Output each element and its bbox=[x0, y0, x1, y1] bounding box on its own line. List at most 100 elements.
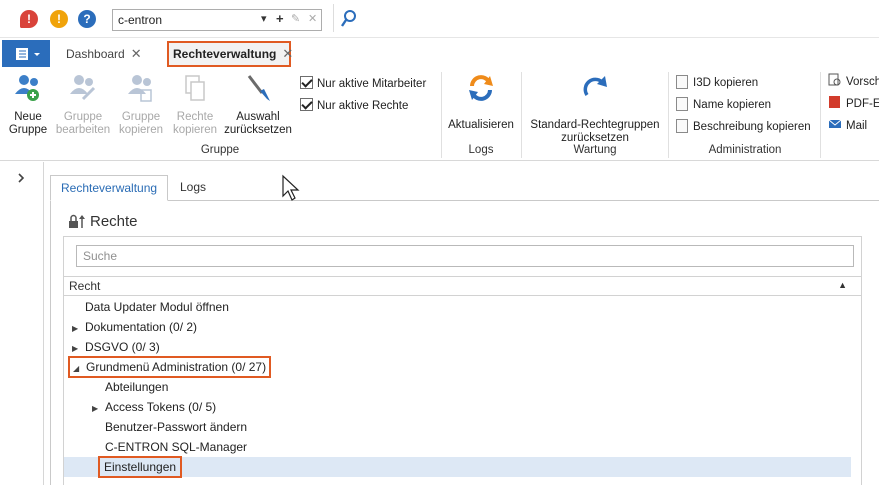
mandant-combo[interactable]: c-entron ▾ + ✎ ✕ bbox=[112, 9, 322, 31]
reset-selection-label-2: zurücksetzen bbox=[224, 124, 292, 136]
section-title: Rechte bbox=[90, 213, 138, 230]
menu-icon bbox=[16, 48, 40, 60]
help-icon[interactable]: ? bbox=[78, 10, 96, 28]
group-label-logs: Logs bbox=[468, 144, 494, 156]
new-group-button[interactable]: Neue Gruppe bbox=[5, 73, 51, 137]
tab-logs[interactable]: Logs bbox=[170, 175, 216, 201]
group-separator bbox=[521, 72, 522, 158]
tab-rechteverwaltung-inner[interactable]: Rechteverwaltung bbox=[50, 175, 169, 201]
refresh-icon bbox=[469, 75, 493, 101]
pdf-export-button[interactable]: PDF-E bbox=[828, 95, 879, 113]
copy-description-label: Beschreibung kopieren bbox=[693, 121, 811, 133]
tree-row-label: Access Tokens (0/ 5) bbox=[105, 400, 217, 414]
app-menu-button[interactable] bbox=[2, 40, 50, 67]
tree-row[interactable]: Benutzer-Passwort ändern bbox=[92, 417, 247, 437]
copy-i3d-button[interactable]: I3D kopieren bbox=[676, 74, 758, 92]
expand-arrow-icon[interactable]: ▶ bbox=[92, 399, 102, 419]
preview-icon bbox=[828, 73, 841, 86]
tab-rechteverwaltung-label: Rechteverwaltung bbox=[173, 47, 277, 61]
tab-dashboard[interactable]: Dashboard ✕ bbox=[66, 43, 142, 65]
copy-group-button[interactable]: Gruppe kopieren bbox=[114, 73, 168, 137]
copy-i3d-label: I3D kopieren bbox=[693, 77, 759, 89]
edit-group-label-2: bearbeiten bbox=[55, 124, 111, 136]
tab-dashboard-label: Dashboard bbox=[66, 47, 125, 61]
tree-row-highlighted[interactable]: ◢ Grundmenü Administration (0/ 27) bbox=[68, 356, 272, 378]
tree-row[interactable]: ▶ Dokumentation (0/ 2) bbox=[72, 317, 197, 337]
chevron-down-icon[interactable]: ▾ bbox=[261, 12, 267, 25]
group-separator bbox=[668, 72, 669, 158]
feedback-icon[interactable]: ! bbox=[20, 10, 38, 28]
tree-row-label: C-ENTRON SQL-Manager bbox=[105, 440, 248, 454]
copy-rights-label-1: Rechte bbox=[176, 111, 214, 123]
search-input[interactable] bbox=[77, 246, 853, 266]
active-employees-checkbox[interactable]: Nur aktive Mitarbeiter bbox=[300, 76, 426, 92]
clear-icon[interactable]: ✕ bbox=[308, 12, 317, 25]
tree-row-label: Benutzer-Passwort ändern bbox=[105, 420, 248, 434]
pdf-icon bbox=[829, 96, 840, 108]
active-employees-label: Nur aktive Mitarbeiter bbox=[317, 78, 427, 90]
copy-icon bbox=[676, 97, 688, 111]
close-icon[interactable]: ✕ bbox=[131, 46, 142, 61]
expand-arrow-icon[interactable]: ▶ bbox=[72, 319, 82, 339]
quick-access-toolbar: ! ! ? c-entron ▾ + ✎ ✕ bbox=[0, 0, 879, 38]
collapse-arrow-icon[interactable]: ◢ bbox=[73, 360, 83, 378]
tree-row-label: Dokumentation (0/ 2) bbox=[85, 320, 198, 334]
edit-group-button[interactable]: Gruppe bearbeiten bbox=[53, 73, 113, 137]
column-header-recht[interactable]: Recht ▲ bbox=[64, 276, 861, 296]
reset-standard-groups-button[interactable]: Standard-Rechtegruppen zurücksetzen bbox=[525, 73, 665, 145]
reset-selection-label-1: Auswahl bbox=[236, 111, 280, 123]
redo-icon bbox=[583, 76, 607, 96]
tree-row[interactable]: Data Updater Modul öffnen bbox=[72, 297, 229, 317]
search-icon[interactable] bbox=[340, 9, 358, 29]
tree-row[interactable]: C-ENTRON SQL-Manager bbox=[92, 437, 247, 457]
mandant-combo-value: c-entron bbox=[118, 13, 163, 27]
copy-description-button[interactable]: Beschreibung kopieren bbox=[676, 118, 811, 136]
tree-row-label: Abteilungen bbox=[105, 380, 169, 394]
reset-standard-groups-label-1: Standard-Rechtegruppen bbox=[530, 119, 660, 131]
tree-row[interactable]: Abteilungen bbox=[92, 377, 168, 397]
copy-name-label: Name kopieren bbox=[693, 99, 771, 111]
tab-rechteverwaltung[interactable]: Rechteverwaltung ✕ bbox=[167, 41, 293, 67]
divider bbox=[333, 4, 334, 32]
group-label-wartung: Wartung bbox=[573, 144, 617, 156]
tree-row[interactable]: ▶ Access Tokens (0/ 5) bbox=[92, 397, 216, 417]
copy-group-label-1: Gruppe bbox=[121, 111, 161, 123]
info-icon[interactable]: ! bbox=[50, 10, 68, 28]
lock-icon bbox=[69, 214, 85, 228]
edit-group-label-1: Gruppe bbox=[63, 111, 103, 123]
preview-label: Vorsch bbox=[846, 76, 879, 88]
sort-ascending-icon[interactable]: ▲ bbox=[838, 280, 847, 290]
checkbox-checked-icon bbox=[300, 76, 313, 89]
search-field[interactable] bbox=[76, 245, 854, 267]
tree-row[interactable]: ▶ DSGVO (0/ 3) bbox=[72, 337, 160, 357]
add-icon[interactable]: + bbox=[276, 11, 284, 26]
new-group-label-1: Neue bbox=[14, 111, 42, 123]
copy-rights-button[interactable]: Rechte kopieren bbox=[170, 73, 220, 137]
column-header-label: Recht bbox=[69, 279, 101, 293]
preview-button[interactable]: Vorsch bbox=[828, 73, 879, 91]
mail-icon bbox=[828, 119, 842, 128]
mail-button[interactable]: Mail bbox=[828, 117, 867, 135]
users-add-icon bbox=[15, 75, 39, 101]
copy-name-button[interactable]: Name kopieren bbox=[676, 96, 771, 114]
copy-group-label-2: kopieren bbox=[118, 124, 164, 136]
document-tabs: Dashboard ✕ Rechteverwaltung ✕ bbox=[0, 38, 879, 68]
close-icon[interactable]: ✕ bbox=[282, 46, 293, 61]
tree-row-label: Grundmenü Administration (0/ 27) bbox=[86, 360, 267, 374]
tree-row-label: DSGVO (0/ 3) bbox=[85, 340, 160, 354]
group-separator bbox=[820, 72, 821, 158]
mail-label: Mail bbox=[846, 120, 868, 132]
mouse-cursor-icon bbox=[282, 174, 300, 201]
chevron-right-icon[interactable] bbox=[16, 172, 26, 184]
edit-icon[interactable]: ✎ bbox=[291, 12, 300, 25]
copy-icon bbox=[676, 75, 688, 89]
active-rights-label: Nur aktive Rechte bbox=[317, 100, 409, 112]
new-group-label-2: Gruppe bbox=[8, 124, 48, 136]
active-rights-checkbox[interactable]: Nur aktive Rechte bbox=[300, 98, 408, 114]
group-label-gruppe: Gruppe bbox=[200, 144, 240, 156]
copy-icon bbox=[676, 119, 688, 133]
reset-selection-button[interactable]: Auswahl zurücksetzen bbox=[222, 73, 294, 137]
pdf-export-label: PDF-E bbox=[846, 98, 879, 110]
refresh-button[interactable]: Aktualisieren bbox=[445, 73, 517, 132]
tree-row-selected[interactable]: Einstellungen bbox=[98, 456, 183, 478]
